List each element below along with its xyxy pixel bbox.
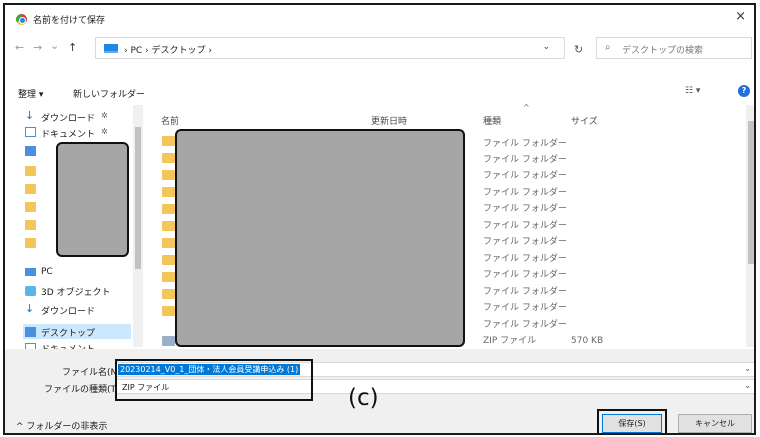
sidebar-item-pc[interactable]: PC — [41, 267, 53, 277]
sidebar-item-desktop[interactable]: デスクトップ — [41, 326, 95, 339]
file-type: ファイル フォルダー — [483, 287, 567, 297]
file-type: ファイル フォルダー — [483, 237, 567, 247]
pc-icon — [25, 268, 36, 276]
folder-icon — [25, 184, 36, 194]
file-size: 570 KB — [571, 336, 604, 346]
desktop-icon — [25, 327, 36, 337]
folder-icon — [162, 204, 175, 214]
refresh-icon[interactable]: ↻ — [574, 43, 583, 56]
forward-arrow-icon[interactable]: → — [33, 41, 42, 54]
annotation-highlight-box — [115, 359, 313, 401]
chevron-down-icon[interactable]: ⌄ — [744, 381, 751, 390]
3d-objects-icon — [25, 286, 36, 296]
folder-icon — [162, 272, 175, 282]
file-type: ファイル フォルダー — [483, 155, 567, 165]
cancel-button[interactable]: キャンセル — [678, 414, 752, 433]
hide-folders-button[interactable]: ^ フォルダーの非表示 — [16, 419, 107, 432]
filetype-label: ファイルの種類(T): — [44, 385, 123, 395]
file-type: ファイル フォルダー — [483, 139, 567, 149]
sidebar-item-3d-objects[interactable]: 3D オブジェクト — [41, 285, 111, 298]
file-type: ファイル フォルダー — [483, 171, 567, 181]
search-icon: ⌕ — [605, 42, 611, 53]
column-modified[interactable]: 更新日時 — [371, 114, 407, 127]
zip-file-icon — [162, 336, 175, 346]
sidebar-item-downloads[interactable]: ダウンロード — [41, 111, 95, 124]
folder-icon — [162, 187, 175, 197]
redacted-area — [56, 142, 129, 257]
recent-locations-icon[interactable]: ⌄ — [50, 39, 59, 52]
desktop-icon — [25, 146, 36, 156]
scrollbar-thumb[interactable] — [135, 127, 141, 269]
pin-icon[interactable]: ✲ — [101, 127, 108, 136]
folder-icon — [162, 306, 175, 316]
view-options-icon[interactable]: ☷ ▾ — [685, 86, 700, 96]
document-icon — [25, 127, 36, 137]
folder-icon — [162, 238, 175, 248]
folder-icon — [25, 166, 36, 176]
folder-icon — [162, 221, 175, 231]
folder-icon — [162, 153, 175, 163]
folder-icon — [162, 136, 175, 146]
back-arrow-icon[interactable]: ← — [15, 41, 24, 54]
folder-icon — [25, 202, 36, 212]
search-input[interactable]: ⌕ デスクトップの検索 — [596, 37, 752, 59]
folder-icon — [162, 170, 175, 180]
pin-icon[interactable]: ✲ — [101, 111, 108, 120]
file-type: ファイル フォルダー — [483, 221, 567, 231]
organize-button[interactable]: 整理 ▾ — [18, 87, 43, 100]
close-icon[interactable]: × — [735, 9, 746, 24]
chrome-icon — [16, 14, 27, 25]
pc-icon — [104, 44, 118, 53]
download-icon: ↓ — [25, 302, 35, 315]
folder-icon — [25, 238, 36, 248]
chevron-down-icon[interactable]: ⌄ — [542, 42, 550, 52]
redacted-area — [175, 129, 465, 347]
save-button[interactable]: 保存(S) — [602, 414, 662, 433]
file-type: ZIP ファイル — [483, 336, 537, 346]
file-type: ファイル フォルダー — [483, 254, 567, 264]
dialog-title: 名前を付けて保存 — [33, 16, 106, 26]
scrollbar-thumb[interactable] — [748, 121, 754, 264]
breadcrumb[interactable]: › PC › デスクトップ › — [124, 43, 212, 56]
folder-icon — [162, 289, 175, 299]
column-type[interactable]: 種類 — [483, 114, 501, 127]
folder-icon — [162, 255, 175, 265]
search-placeholder: デスクトップの検索 — [622, 46, 704, 56]
folder-icon — [25, 220, 36, 230]
file-type: ファイル フォルダー — [483, 270, 567, 280]
column-size[interactable]: サイズ — [571, 114, 598, 127]
annotation-label: (c) — [348, 385, 379, 411]
chevron-down-icon[interactable]: ⌄ — [744, 364, 751, 373]
file-type: ファイル フォルダー — [483, 320, 567, 330]
toolbar: 整理 ▾ 新しいフォルダー ☷ ▾ ? — [5, 81, 754, 103]
file-type: ファイル フォルダー — [483, 303, 567, 313]
sidebar-item-documents[interactable]: ドキュメント — [41, 127, 95, 140]
up-arrow-icon[interactable]: ↑ — [68, 41, 77, 54]
title-bar: 名前を付けて保存 × — [5, 5, 754, 33]
save-as-dialog: 名前を付けて保存 × ← → ⌄ ↑ › PC › デスクトップ › ⌄ ↻ ⌕… — [3, 3, 756, 435]
sidebar-item-downloads-pc[interactable]: ダウンロード — [41, 304, 95, 317]
navigation-pane: ↓ ダウンロード ✲ ドキュメント ✲ PC 3D オブジェクト ↓ ダウンロー… — [5, 105, 143, 355]
file-type: ファイル フォルダー — [483, 188, 567, 198]
new-folder-button[interactable]: 新しいフォルダー — [73, 87, 145, 100]
column-name[interactable]: 名前 — [161, 114, 179, 127]
address-bar[interactable]: › PC › デスクトップ › ⌄ — [95, 37, 565, 59]
file-type: ファイル フォルダー — [483, 204, 567, 214]
sort-arrow-icon: ^ — [523, 103, 530, 112]
download-icon: ↓ — [25, 109, 35, 122]
help-icon[interactable]: ? — [738, 85, 750, 97]
